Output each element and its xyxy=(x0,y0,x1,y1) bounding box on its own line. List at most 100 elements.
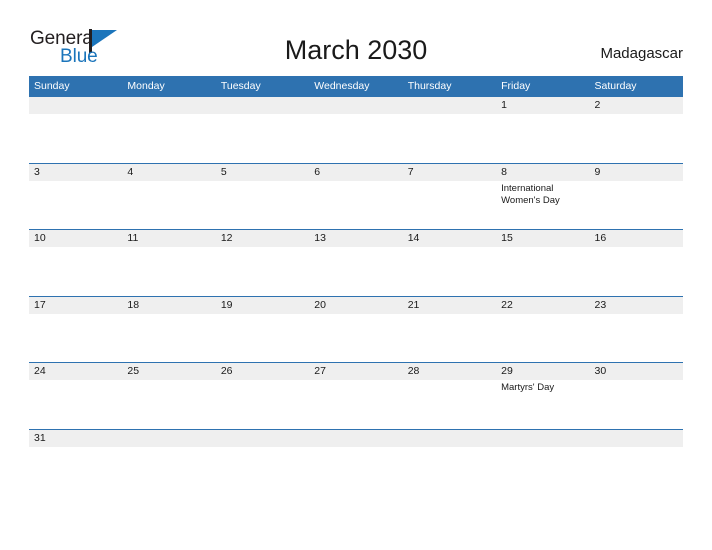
day-event xyxy=(221,181,309,183)
day-cell[interactable] xyxy=(216,430,309,496)
day-cell[interactable]: 29 Martyrs' Day xyxy=(496,363,589,429)
day-number: 23 xyxy=(594,298,607,311)
day-cell[interactable]: 25 xyxy=(122,363,215,429)
day-cell[interactable] xyxy=(309,97,402,163)
day-number: 19 xyxy=(220,298,233,311)
day-cell[interactable] xyxy=(403,97,496,163)
day-cell[interactable]: 4 xyxy=(122,164,215,230)
day-cell[interactable] xyxy=(403,430,496,496)
day-number: 2 xyxy=(594,99,601,111)
day-cell[interactable]: 13 xyxy=(309,230,402,296)
location-label: Madagascar xyxy=(600,45,683,62)
day-cell[interactable]: 2 xyxy=(590,97,683,163)
week-row: 31 xyxy=(29,428,683,496)
day-cell[interactable]: 16 xyxy=(590,230,683,296)
day-number: 11 xyxy=(127,232,139,244)
day-cell[interactable]: 5 xyxy=(216,164,309,230)
day-number: 29 xyxy=(501,365,513,377)
day-event xyxy=(314,380,402,382)
day-cell[interactable]: 30 xyxy=(590,363,683,429)
day-event xyxy=(34,114,122,116)
day-event xyxy=(408,114,496,116)
day-cell[interactable]: 24 xyxy=(29,363,122,429)
day-cell[interactable]: 23 xyxy=(590,297,683,363)
day-event xyxy=(595,447,683,449)
day-number xyxy=(127,97,215,114)
day-event: Martyrs' Day xyxy=(501,382,555,393)
day-event xyxy=(501,247,589,249)
day-event xyxy=(127,447,215,449)
day-cell[interactable]: 21 xyxy=(403,297,496,363)
day-number: 20 xyxy=(314,298,326,311)
day-cell[interactable] xyxy=(122,430,215,496)
weekday-tuesday: Tuesday xyxy=(220,80,261,92)
day-event xyxy=(408,181,496,183)
day-number xyxy=(595,430,683,447)
day-number: 25 xyxy=(127,365,140,377)
week-row: 1 2 xyxy=(29,96,683,163)
day-number: 30 xyxy=(594,365,607,377)
day-event xyxy=(314,181,402,183)
week-row: 17 18 19 20 21 22 23 xyxy=(29,295,683,363)
day-cell[interactable]: 12 xyxy=(216,230,309,296)
day-event xyxy=(127,247,215,249)
day-cell[interactable] xyxy=(122,97,215,163)
day-number: 4 xyxy=(127,165,134,178)
day-number: 26 xyxy=(220,365,233,377)
day-event xyxy=(34,181,122,183)
day-cell[interactable]: 15 xyxy=(496,230,589,296)
day-number: 31 xyxy=(34,431,46,444)
day-cell[interactable]: 19 xyxy=(216,297,309,363)
day-cell[interactable]: 10 xyxy=(29,230,122,296)
day-event xyxy=(595,181,683,183)
weekday-friday: Friday xyxy=(501,80,531,92)
day-event xyxy=(221,380,309,382)
day-event xyxy=(127,314,215,316)
day-event xyxy=(221,447,309,449)
day-number: 15 xyxy=(501,232,513,244)
day-number: 7 xyxy=(407,165,414,178)
day-number: 18 xyxy=(127,298,140,311)
day-cell[interactable]: 17 xyxy=(29,297,122,363)
day-event xyxy=(595,114,683,116)
day-number: 12 xyxy=(220,232,233,244)
day-event xyxy=(314,247,402,249)
day-number: 1 xyxy=(501,99,507,111)
day-cell[interactable]: 7 xyxy=(403,164,496,230)
day-event xyxy=(34,247,122,249)
day-number: 10 xyxy=(34,232,46,244)
day-event xyxy=(501,314,589,316)
day-cell[interactable]: 9 xyxy=(590,164,683,230)
day-event xyxy=(408,314,496,316)
day-cell[interactable] xyxy=(496,430,589,496)
day-cell[interactable]: 3 xyxy=(29,164,122,230)
day-event xyxy=(595,247,683,249)
day-number: 28 xyxy=(407,365,420,377)
day-number: 5 xyxy=(220,165,227,178)
day-cell[interactable] xyxy=(590,430,683,496)
day-number: 27 xyxy=(314,365,326,377)
day-cell[interactable]: 18 xyxy=(122,297,215,363)
day-cell[interactable]: 27 xyxy=(309,363,402,429)
day-number xyxy=(221,97,309,114)
day-cell[interactable]: 26 xyxy=(216,363,309,429)
weekday-wednesday: Wednesday xyxy=(314,80,370,92)
day-number: 22 xyxy=(501,298,513,311)
day-cell[interactable]: 28 xyxy=(403,363,496,429)
day-event xyxy=(127,181,215,183)
day-cell[interactable]: 11 xyxy=(122,230,215,296)
day-number: 9 xyxy=(594,165,601,178)
day-event xyxy=(595,380,683,382)
day-cell[interactable] xyxy=(216,97,309,163)
day-event xyxy=(34,380,122,382)
day-cell[interactable]: 22 xyxy=(496,297,589,363)
day-cell[interactable]: 31 xyxy=(29,430,122,496)
day-cell[interactable]: 20 xyxy=(309,297,402,363)
day-cell[interactable]: 1 xyxy=(496,97,589,163)
day-cell[interactable]: 6 xyxy=(309,164,402,230)
day-cell[interactable] xyxy=(29,97,122,163)
weekday-thursday: Thursday xyxy=(407,80,452,92)
day-cell[interactable] xyxy=(309,430,402,496)
day-cell[interactable]: 14 xyxy=(403,230,496,296)
day-cell[interactable]: 8 International Women's Day xyxy=(496,164,589,230)
